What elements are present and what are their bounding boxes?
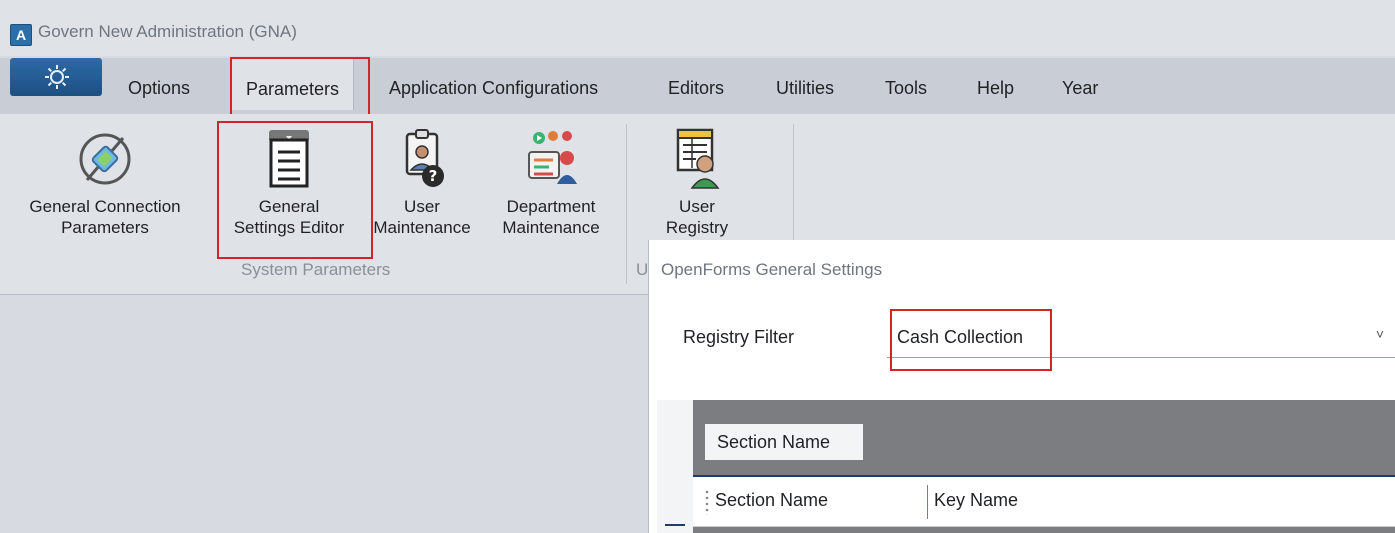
tab-application-configurations[interactable]: Application Configurations — [389, 78, 598, 99]
tab-year[interactable]: Year — [1062, 78, 1098, 99]
system-parameters-group-label: System Parameters — [241, 260, 391, 279]
department-people-icon — [528, 131, 577, 184]
title-bar: A Govern New Administration (GNA) — [0, 0, 1395, 56]
tab-options[interactable]: Options — [128, 78, 190, 99]
svg-text:?: ? — [429, 167, 438, 185]
user-maintenance-line2: Maintenance — [373, 218, 471, 237]
user-group-label-fragment: U — [636, 260, 649, 279]
tab-editors[interactable]: Editors — [668, 78, 724, 99]
group-by-chip-label: Section Name — [717, 432, 831, 452]
connector-plug-icon — [79, 133, 131, 185]
column-section-name[interactable]: Section Name — [715, 490, 828, 511]
window-title: Govern New Administration (GNA) — [38, 22, 297, 41]
tab-utilities[interactable]: Utilities — [776, 78, 834, 99]
department-maintenance-button[interactable]: Department Maintenance — [486, 128, 616, 238]
general-connection-parameters-button[interactable]: General Connection Parameters — [2, 128, 208, 238]
menu-bar: Options Parameters Application Configura… — [0, 58, 1395, 115]
group-by-chip[interactable]: Section Name — [705, 424, 863, 460]
tab-help[interactable]: Help — [977, 78, 1014, 99]
current-row-indicator — [665, 524, 685, 526]
settings-grid: Section Name Section Name Key Name — [657, 400, 1395, 533]
tab-tools[interactable]: Tools — [885, 78, 927, 99]
dialog-title: OpenForms General Settings — [661, 260, 883, 279]
chevron-down-icon[interactable]: ˅ — [1376, 326, 1384, 342]
registry-filter-highlight — [890, 309, 1052, 371]
user-maintenance-line1: User — [404, 197, 440, 216]
department-maintenance-line1: Department — [506, 197, 596, 216]
user-registry-editor-line1: User — [679, 197, 715, 216]
openforms-general-settings-dialog: OpenForms General Settings Registry Filt… — [648, 240, 1395, 533]
app-logo-icon: A — [10, 24, 32, 46]
registry-filter-label: Registry Filter — [683, 327, 795, 347]
ribbon-group-separator — [626, 124, 627, 284]
grid-row-header — [657, 400, 693, 533]
settings-editor-highlight — [217, 121, 373, 259]
column-divider[interactable] — [927, 485, 928, 519]
grid-column-header: Section Name Key Name — [693, 475, 1395, 527]
user-registry-icon — [676, 128, 720, 189]
drag-grip-icon[interactable] — [705, 489, 709, 515]
application-menu-button[interactable] — [10, 58, 102, 96]
user-help-icon: ? — [405, 129, 444, 187]
general-connection-parameters-line1: General Connection — [29, 197, 181, 216]
department-maintenance-line2: Maintenance — [502, 218, 600, 237]
gear-icon — [45, 65, 69, 89]
user-maintenance-button[interactable]: ? User Maintenance — [366, 128, 478, 238]
general-connection-parameters-line2: Parameters — [61, 218, 149, 237]
column-key-name[interactable]: Key Name — [934, 490, 1018, 511]
